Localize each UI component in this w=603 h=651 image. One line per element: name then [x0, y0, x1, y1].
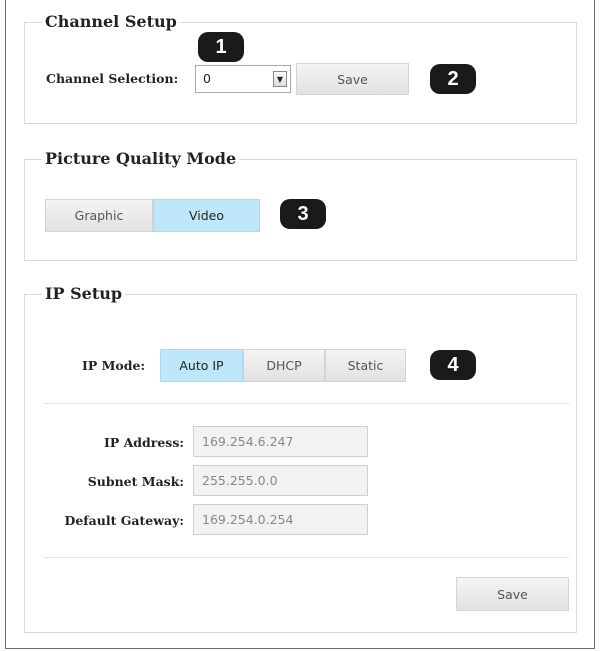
dhcp-button[interactable]: DHCP — [243, 349, 325, 382]
callout-badge-3: 3 — [280, 199, 326, 229]
default-gateway-field[interactable]: 169.254.0.254 — [193, 504, 368, 535]
static-button[interactable]: Static — [325, 349, 406, 382]
callout-badge-4: 4 — [430, 350, 476, 380]
ip-mode-toggle: Auto IP DHCP Static — [160, 349, 406, 382]
default-gateway-label: Default Gateway: — [64, 513, 184, 528]
ip-setup-title: IP Setup — [45, 284, 123, 303]
callout-badge-1: 1 — [198, 32, 244, 62]
divider — [44, 403, 569, 404]
channel-selection-dropdown[interactable]: 0 ▼ — [195, 65, 291, 93]
channel-save-button[interactable]: Save — [296, 63, 409, 95]
ip-save-button[interactable]: Save — [456, 577, 569, 611]
callout-badge-2: 2 — [430, 64, 476, 94]
channel-selection-label: Channel Selection: — [46, 71, 179, 86]
ip-mode-label: IP Mode: — [82, 358, 146, 373]
graphic-mode-button[interactable]: Graphic — [45, 199, 153, 232]
ip-address-label: IP Address: — [103, 435, 184, 450]
picture-quality-toggle: Graphic Video — [45, 199, 260, 232]
picture-quality-title: Picture Quality Mode — [45, 149, 237, 168]
subnet-mask-field[interactable]: 255.255.0.0 — [193, 465, 368, 496]
channel-setup-title: Channel Setup — [45, 12, 177, 31]
video-mode-button[interactable]: Video — [153, 199, 260, 232]
auto-ip-button[interactable]: Auto IP — [160, 349, 243, 382]
chevron-down-icon[interactable]: ▼ — [273, 71, 287, 87]
channel-selection-value: 0 — [203, 71, 211, 86]
ip-address-field[interactable]: 169.254.6.247 — [193, 426, 368, 457]
divider — [44, 557, 569, 558]
subnet-mask-label: Subnet Mask: — [87, 474, 184, 489]
